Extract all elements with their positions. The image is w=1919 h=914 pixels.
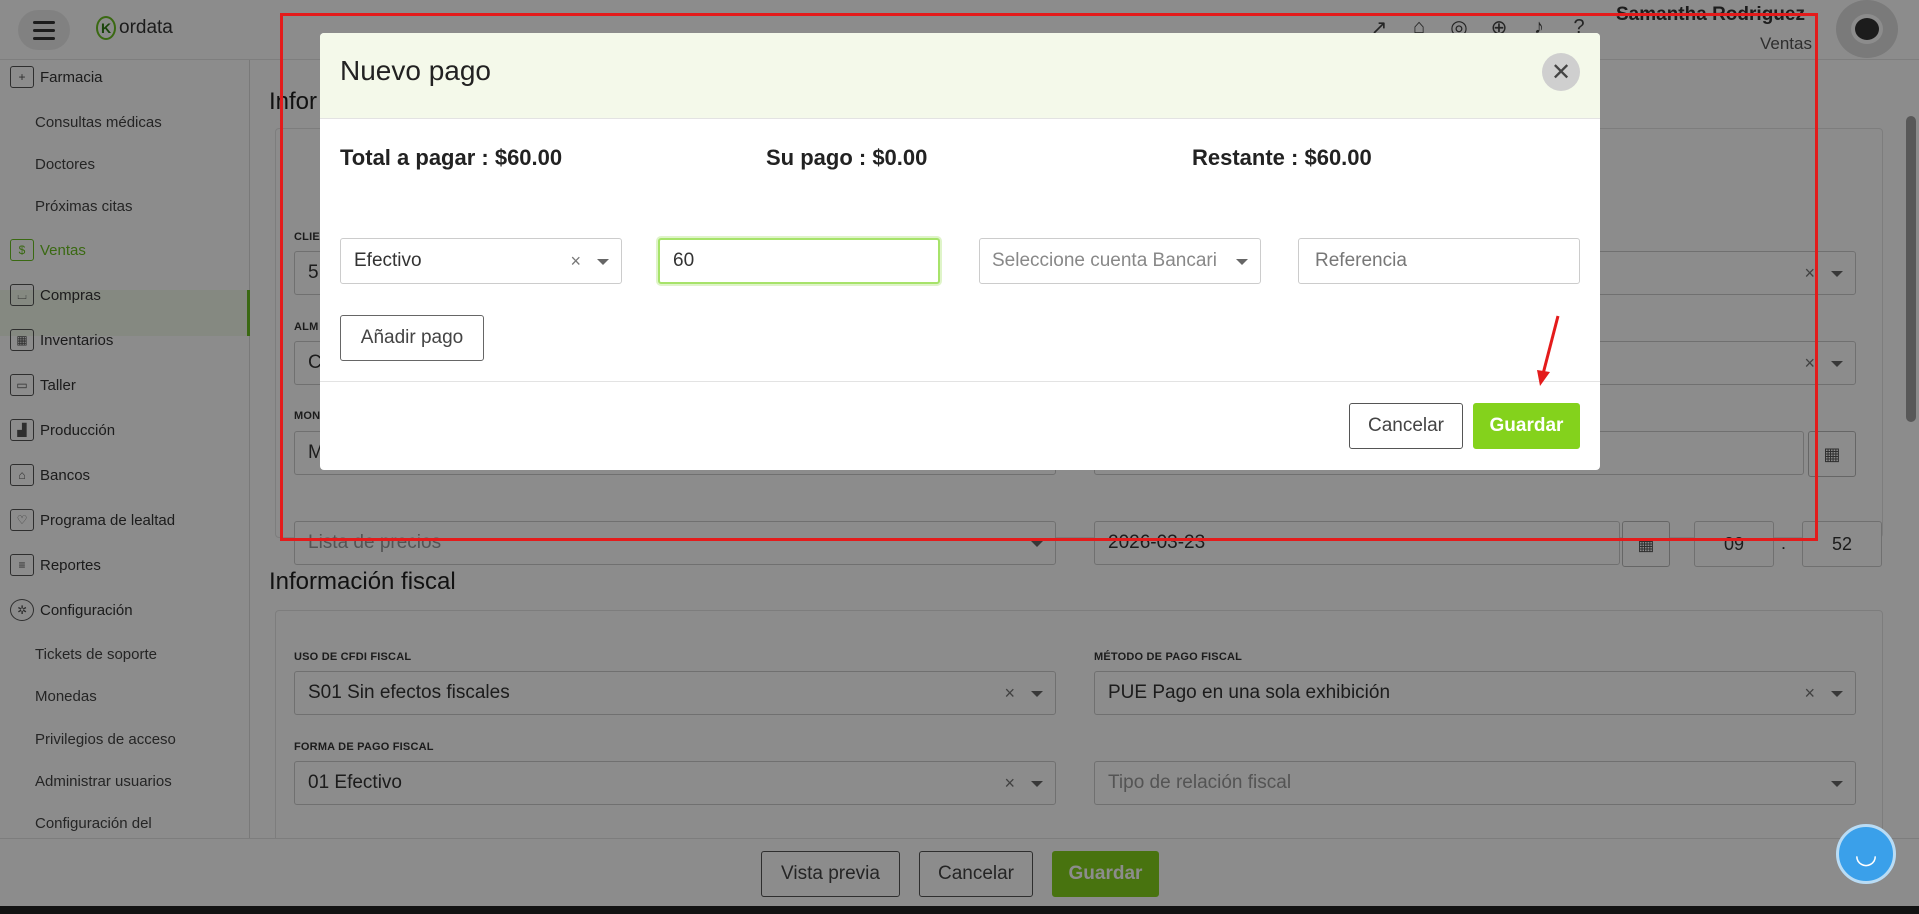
- chat-widget-icon[interactable]: ◡: [1836, 824, 1896, 884]
- annotation-arrow-icon: [1537, 315, 1560, 386]
- annotation-highlight-box: [280, 13, 1818, 541]
